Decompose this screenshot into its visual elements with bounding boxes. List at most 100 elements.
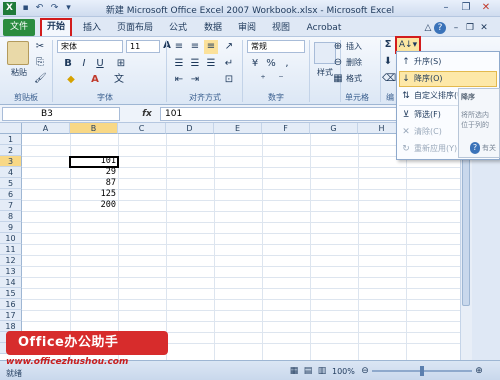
paste-button[interactable]: 粘贴 xyxy=(6,66,32,80)
row-header[interactable]: 1 xyxy=(0,134,22,145)
column-header[interactable]: G xyxy=(310,123,358,134)
tab-insert[interactable]: 插入 xyxy=(80,20,104,36)
row-header[interactable]: 2 xyxy=(0,145,22,156)
fill-icon[interactable]: ⬇ xyxy=(382,55,394,69)
minimize-ribbon-icon[interactable]: △ xyxy=(422,20,434,36)
doc-close-icon[interactable]: ✕ xyxy=(478,20,490,36)
row-header[interactable]: 7 xyxy=(0,200,22,211)
tab-file[interactable]: 文件 xyxy=(3,19,35,36)
minimize-button[interactable]: – xyxy=(436,1,456,15)
insert-function-button[interactable]: fx xyxy=(140,107,154,121)
menu-item-sort-ascending[interactable]: ↑ 升序(S) xyxy=(398,54,498,70)
percent-button[interactable]: % xyxy=(264,57,278,71)
decrease-decimal-icon[interactable]: ⁻ xyxy=(274,73,288,87)
autosum-icon[interactable]: Σ xyxy=(382,38,394,52)
row-header[interactable]: 14 xyxy=(0,277,22,288)
row-header[interactable]: 16 xyxy=(0,299,22,310)
align-bottom-icon[interactable]: ≡ xyxy=(204,40,218,54)
delete-cells-button[interactable]: 删除 xyxy=(346,56,376,70)
row-header[interactable]: 8 xyxy=(0,211,22,222)
merge-center-icon[interactable]: ⊡ xyxy=(222,73,236,87)
row-header[interactable]: 12 xyxy=(0,255,22,266)
column-header[interactable]: C xyxy=(118,123,166,134)
menu-item-sort-descending[interactable]: ↓ 降序(O) xyxy=(398,71,498,87)
page-layout-view-icon[interactable]: ▤ xyxy=(302,364,314,378)
borders-icon[interactable]: ⊞ xyxy=(112,57,130,71)
zoom-in-icon[interactable]: ⊕ xyxy=(474,364,484,378)
tab-review[interactable]: 审阅 xyxy=(234,20,260,36)
fill-color-icon[interactable]: ◆ xyxy=(62,73,80,87)
row-header[interactable]: 10 xyxy=(0,233,22,244)
tab-acrobat[interactable]: Acrobat xyxy=(302,20,346,36)
align-top-icon[interactable]: ≡ xyxy=(172,40,186,54)
tab-formulas[interactable]: 公式 xyxy=(165,20,191,36)
grow-font-icon[interactable]: A xyxy=(162,39,172,53)
column-header[interactable]: A xyxy=(22,123,70,134)
paste-icon[interactable] xyxy=(7,41,29,65)
doc-minimize-icon[interactable]: – xyxy=(450,20,462,36)
tab-page-layout[interactable]: 页面布局 xyxy=(112,20,158,36)
doc-restore-icon[interactable]: ❐ xyxy=(464,20,476,36)
zoom-out-icon[interactable]: ⊖ xyxy=(360,364,370,378)
tab-view[interactable]: 视图 xyxy=(268,20,294,36)
row-header[interactable]: 9 xyxy=(0,222,22,233)
font-size-combo[interactable]: 11 xyxy=(126,40,160,53)
italic-button[interactable]: I xyxy=(78,57,90,71)
format-cells-button[interactable]: 格式 xyxy=(346,72,376,86)
grid-line xyxy=(22,233,460,234)
comma-button[interactable]: , xyxy=(280,57,294,71)
align-center-icon[interactable]: ☰ xyxy=(188,57,202,71)
decrease-indent-icon[interactable]: ⇤ xyxy=(172,73,186,87)
row-header[interactable]: 6 xyxy=(0,189,22,200)
phonetic-icon[interactable]: 文 xyxy=(110,73,128,87)
column-header[interactable]: B xyxy=(70,123,118,134)
zoom-slider-thumb[interactable] xyxy=(420,366,424,376)
row-header[interactable]: 11 xyxy=(0,244,22,255)
row-header[interactable]: 4 xyxy=(0,167,22,178)
insert-cells-button[interactable]: 插入 xyxy=(346,40,376,54)
tab-data[interactable]: 数据 xyxy=(200,20,226,36)
close-button[interactable]: ✕ xyxy=(476,1,496,15)
copy-icon[interactable]: ⎘ xyxy=(34,56,46,70)
zoom-level[interactable]: 100% xyxy=(332,366,358,377)
tab-home[interactable]: 开始 xyxy=(40,18,72,37)
row-header[interactable]: 5 xyxy=(0,178,22,189)
orientation-icon[interactable]: ↗ xyxy=(222,40,236,54)
alignment-group-label: 对齐方式 xyxy=(189,93,221,102)
align-left-icon[interactable]: ☰ xyxy=(172,57,186,71)
select-all-corner[interactable] xyxy=(0,123,22,134)
column-header[interactable]: D xyxy=(166,123,214,134)
row-header[interactable]: 13 xyxy=(0,266,22,277)
clear-icon[interactable]: ⌫ xyxy=(382,72,396,86)
normal-view-icon[interactable]: ▦ xyxy=(288,364,300,378)
cell-b5[interactable]: 87 xyxy=(70,178,118,189)
group-separator xyxy=(166,40,167,102)
align-right-icon[interactable]: ☰ xyxy=(204,57,218,71)
name-box[interactable]: B3 xyxy=(2,107,120,121)
column-header[interactable]: E xyxy=(214,123,262,134)
window-title: 新建 Microsoft Office Excel 2007 Workbook.… xyxy=(105,6,395,16)
currency-icon[interactable]: ¥ xyxy=(248,57,262,71)
row-header[interactable]: 3 xyxy=(0,156,22,167)
cell-b7[interactable]: 200 xyxy=(70,200,118,211)
row-header[interactable]: 17 xyxy=(0,310,22,321)
page-break-view-icon[interactable]: ▥ xyxy=(316,364,328,378)
cut-icon[interactable]: ✂ xyxy=(34,40,46,54)
row-header[interactable]: 15 xyxy=(0,288,22,299)
bold-button[interactable]: B xyxy=(62,57,74,71)
help-icon[interactable]: ? xyxy=(434,22,446,34)
cell-b4[interactable]: 29 xyxy=(70,167,118,178)
font-color-icon[interactable]: A xyxy=(86,73,104,87)
font-name-combo[interactable]: 宋体 xyxy=(57,40,123,53)
scroll-thumb[interactable] xyxy=(462,136,470,306)
underline-button[interactable]: U xyxy=(94,57,106,71)
cell-b6[interactable]: 125 xyxy=(70,189,118,200)
column-header[interactable]: F xyxy=(262,123,310,134)
increase-indent-icon[interactable]: ⇥ xyxy=(188,73,202,87)
wrap-text-icon[interactable]: ↵ xyxy=(222,57,236,71)
increase-decimal-icon[interactable]: ⁺ xyxy=(256,73,270,87)
align-middle-icon[interactable]: ≡ xyxy=(188,40,202,54)
number-format-combo[interactable]: 常规 xyxy=(247,40,305,53)
restore-button[interactable]: ❐ xyxy=(456,1,476,15)
format-painter-icon[interactable]: 🖌 xyxy=(34,72,47,86)
